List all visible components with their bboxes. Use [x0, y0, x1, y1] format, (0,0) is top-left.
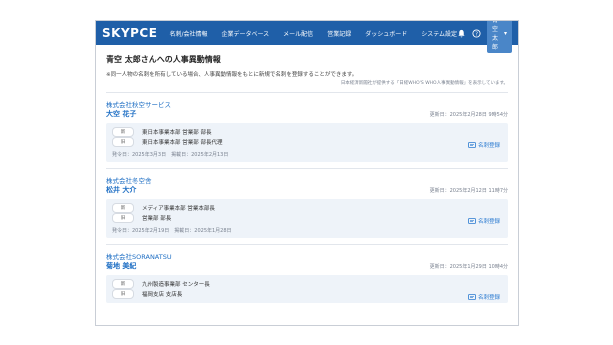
nav-item-namecards[interactable]: 名刺/会社情報 — [169, 29, 207, 38]
nav-item-sales-records[interactable]: 営業記録 — [327, 29, 351, 38]
register-card-label: 名刺登録 — [477, 295, 500, 301]
svg-text:?: ? — [475, 31, 478, 37]
company-name[interactable]: 株式会社秋空サービス — [106, 99, 508, 109]
nav-item-dashboard[interactable]: ダッシュボード — [365, 29, 407, 38]
effective-dates: 発令日：2025年2月19日 掲載日：2025年1月28日 — [112, 228, 232, 234]
header-tools: ? 青空 太郎 ▾ — [457, 20, 512, 53]
person-name[interactable]: 大空 花子 — [106, 109, 136, 119]
position-card: 新 メディア事業本部 営業本部長 旧 営業部 部長 発令日：2025年2月19日… — [106, 199, 508, 238]
page-title: 青空 太郎さんへの人事異動情報 — [106, 55, 221, 64]
person-name[interactable]: 松井 大介 — [106, 185, 136, 195]
new-badge: 新 — [112, 203, 134, 213]
app-window: SKYPCE 名刺/会社情報 企業データベース メール配信 営業記録 ダッシュボ… — [95, 20, 519, 326]
company-name[interactable]: 株式会社冬空舎 — [106, 175, 508, 185]
new-position: 九州製造事業部 センター長 — [142, 282, 210, 288]
top-navbar: SKYPCE 名刺/会社情報 企業データベース メール配信 営業記録 ダッシュボ… — [96, 21, 518, 53]
new-badge: 新 — [112, 279, 134, 289]
register-card-button[interactable]: 名刺登録 — [468, 141, 500, 149]
chevron-down-icon: ▾ — [503, 29, 507, 37]
old-position: 営業部 部長 — [142, 216, 172, 222]
page-note: ※同一人物の名刺を所有している場合、人事異動情報をもとに新規で名刺を登録すること… — [106, 72, 358, 78]
transfer-entry: 株式会社冬空舎 松井 大介 更新日：2025年2月12日 11時7分 新 メディ… — [106, 168, 508, 238]
old-badge: 旧 — [112, 137, 134, 147]
nav-item-company-db[interactable]: 企業データベース — [221, 29, 269, 38]
source-note: 日本経済新聞社が提供する「日経WHO'S WHO人事異動情報」を表示しています。 — [340, 81, 508, 86]
transfer-entry: 株式会社SORANATSU 菊地 美紀 更新日：2025年1月29日 10時4分… — [106, 244, 508, 303]
old-position: 東日本事業本部 営業部 部長代理 — [142, 140, 223, 146]
user-name: 青空 太郎 — [492, 20, 499, 51]
effective-dates: 発令日：2025年3月3日 掲載日：2025年2月13日 — [112, 152, 229, 158]
namecard-icon — [468, 218, 476, 224]
position-card: 新 東日本事業本部 営業部 部長 旧 東日本事業本部 営業部 部長代理 発令日：… — [106, 123, 508, 162]
new-position: メディア事業本部 営業本部長 — [142, 206, 215, 212]
app-logo: SKYPCE — [102, 26, 158, 40]
nav-item-settings[interactable]: システム設定 — [421, 29, 457, 38]
help-icon[interactable]: ? — [472, 28, 481, 38]
register-card-label: 名刺登録 — [477, 143, 500, 149]
person-name[interactable]: 菊地 美紀 — [106, 261, 136, 271]
new-position: 東日本事業本部 営業部 部長 — [142, 130, 212, 136]
bell-icon[interactable] — [457, 28, 466, 38]
transfer-entry: 株式会社秋空サービス 大空 花子 更新日：2025年2月28日 9時54分 新 … — [106, 92, 508, 162]
old-badge: 旧 — [112, 213, 134, 223]
user-menu-button[interactable]: 青空 太郎 ▾ — [487, 20, 512, 53]
main-nav: 名刺/会社情報 企業データベース メール配信 営業記録 ダッシュボード システム… — [169, 29, 457, 38]
new-badge: 新 — [112, 127, 134, 137]
main-content: 青空 太郎さんへの人事異動情報 ※同一人物の名刺を所有している場合、人事異動情報… — [96, 45, 518, 311]
company-name[interactable]: 株式会社SORANATSU — [106, 251, 508, 261]
register-card-button[interactable]: 名刺登録 — [468, 293, 500, 301]
nav-item-mail[interactable]: メール配信 — [283, 29, 313, 38]
namecard-icon — [468, 294, 476, 300]
updated-timestamp: 更新日：2025年1月29日 10時4分 — [429, 264, 508, 270]
old-badge: 旧 — [112, 289, 134, 299]
register-card-label: 名刺登録 — [477, 219, 500, 225]
register-card-button[interactable]: 名刺登録 — [468, 217, 500, 225]
old-position: 福岡支店 支店長 — [142, 292, 183, 298]
updated-timestamp: 更新日：2025年2月12日 11時7分 — [429, 188, 508, 194]
namecard-icon — [468, 142, 476, 148]
position-card: 新 九州製造事業部 センター長 旧 福岡支店 支店長 名刺登録 — [106, 275, 508, 303]
updated-timestamp: 更新日：2025年2月28日 9時54分 — [429, 112, 508, 118]
